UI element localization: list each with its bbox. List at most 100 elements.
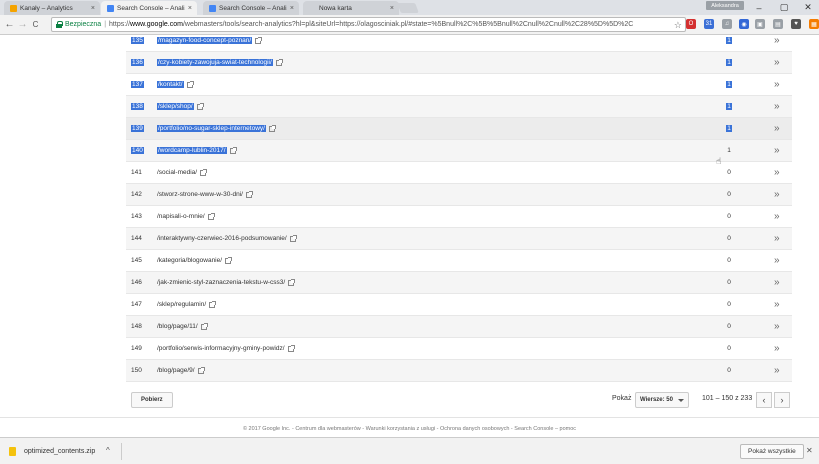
tab-1[interactable]: Kanały – Analytics × (4, 1, 100, 15)
row-details-chevron-icon[interactable]: » (774, 57, 779, 68)
opera-icon[interactable]: O (686, 19, 696, 29)
back-button[interactable]: ← (3, 17, 16, 33)
external-link-icon[interactable] (196, 102, 204, 110)
external-link-icon[interactable] (209, 300, 217, 308)
table-row[interactable]: 147/sklep/regulamin/0 » (126, 294, 792, 316)
tab-4[interactable]: Nowa karta × (303, 1, 399, 15)
external-link-icon[interactable] (197, 366, 205, 374)
table-row[interactable]: 141/social-media/0 » (126, 162, 792, 184)
address-bar[interactable]: Bezpieczna | https://www.google.com/webm… (51, 17, 686, 32)
minimize-button[interactable]: – (747, 0, 771, 15)
external-link-icon[interactable] (200, 322, 208, 330)
table-row[interactable]: 148/blog/page/11/0 » (126, 316, 792, 338)
close-window-button[interactable]: ✕ (796, 0, 819, 15)
page-url-link[interactable]: /social-media/ (157, 168, 208, 176)
page-url-link[interactable]: /interaktywny-czerwiec-2016-podsumowanie… (157, 234, 297, 242)
row-details-chevron-icon[interactable]: » (774, 189, 779, 200)
row-details-chevron-icon[interactable]: » (774, 35, 779, 46)
external-link-icon[interactable] (287, 344, 295, 352)
table-row[interactable]: 149/portfolio/serwis-informacyjny-gminy-… (126, 338, 792, 360)
external-link-icon[interactable] (288, 278, 296, 286)
profile-badge[interactable]: Aleksandra (706, 1, 744, 10)
download-button[interactable]: Pobierz (131, 392, 173, 408)
tab-3[interactable]: Search Console – Analiza × (203, 1, 299, 15)
page-url-link[interactable]: /stworz-strone-www-w-30-dni/ (157, 190, 253, 198)
row-details-chevron-icon[interactable]: » (774, 79, 779, 90)
row-details-chevron-icon[interactable]: » (774, 211, 779, 222)
page-url-link[interactable]: /wordcamp-lublin-2017/ (157, 146, 237, 154)
row-details-chevron-icon[interactable]: » (774, 255, 779, 266)
prev-page-button[interactable]: ‹ (756, 392, 772, 408)
row-details-chevron-icon[interactable]: » (774, 101, 779, 112)
external-link-icon[interactable] (275, 58, 283, 66)
table-row[interactable]: 135/magazyn-food-concept-poznan/1 » (126, 35, 792, 52)
external-link-icon[interactable] (186, 80, 194, 88)
row-details-chevron-icon[interactable]: » (774, 343, 779, 354)
tab-close-icon[interactable]: × (188, 5, 192, 12)
external-link-icon[interactable] (268, 124, 276, 132)
page-url-link[interactable]: /czy-kobiety-zawojuja-swiat-technologii/ (157, 58, 283, 66)
page-url-link[interactable]: /portfolio/no-sugar-sklep-internetowy/ (157, 124, 276, 132)
row-details-chevron-icon[interactable]: » (774, 145, 779, 156)
external-link-icon[interactable] (200, 168, 208, 176)
page-url-link[interactable]: /sklep/regulamin/ (157, 300, 217, 308)
download-menu-chevron-icon[interactable]: ^ (106, 446, 110, 455)
maximize-button[interactable]: ▢ (772, 0, 796, 15)
page-url-link[interactable]: /jak-zmienic-styl-zaznaczenia-tekstu-w-c… (157, 278, 296, 286)
page-url-link[interactable]: /magazyn-food-concept-poznan/ (157, 36, 263, 44)
row-details-chevron-icon[interactable]: » (774, 123, 779, 134)
table-row[interactable]: 146/jak-zmienic-styl-zaznaczenia-tekstu-… (126, 272, 792, 294)
pocket-icon[interactable]: ♥ (791, 19, 801, 29)
ext-orange-icon[interactable]: ▦ (809, 19, 819, 29)
chrome-ext-icon[interactable]: ◉ (739, 19, 749, 29)
close-download-bar-icon[interactable]: ✕ (806, 446, 813, 455)
page-url-link[interactable]: /sklep/shop/ (157, 102, 204, 110)
external-link-icon[interactable] (229, 146, 237, 154)
page-url-link[interactable]: /blog/page/11/ (157, 322, 208, 330)
url-text[interactable]: https://www.google.com/webmasters/tools/… (109, 21, 633, 28)
page-url-link[interactable]: /napisali-o-mnie/ (157, 212, 215, 220)
external-link-icon[interactable] (245, 190, 253, 198)
table-row[interactable]: 138/sklep/shop/1 » (126, 96, 792, 118)
footer-links[interactable]: © 2017 Google Inc. - Centrum dla webmast… (0, 426, 819, 432)
rows-per-page-select[interactable]: Wiersze: 50 (635, 392, 689, 408)
row-details-chevron-icon[interactable]: » (774, 277, 779, 288)
tab-2[interactable]: Search Console – Analiza × (101, 1, 197, 16)
external-link-icon[interactable] (207, 212, 215, 220)
external-link-icon[interactable] (289, 234, 297, 242)
download-item-name[interactable]: optimized_contents.zip (24, 448, 95, 455)
table-row[interactable]: 136/czy-kobiety-zawojuja-swiat-technolog… (126, 52, 792, 74)
row-details-chevron-icon[interactable]: » (774, 299, 779, 310)
table-row[interactable]: 150/blog/page/9/0 » (126, 360, 792, 382)
row-details-chevron-icon[interactable]: » (774, 233, 779, 244)
table-row[interactable]: 143/napisali-o-mnie/0 » (126, 206, 792, 228)
music-icon[interactable]: ♫ (722, 19, 732, 29)
tab-close-icon[interactable]: × (390, 5, 394, 12)
table-row[interactable]: 140/wordcamp-lublin-2017/1 » (126, 140, 792, 162)
table-row[interactable]: 137/kontakt/1 » (126, 74, 792, 96)
next-page-button[interactable]: › (774, 392, 790, 408)
external-link-icon[interactable] (255, 36, 263, 44)
box-icon[interactable]: ▣ (755, 19, 765, 29)
table-row[interactable]: 142/stworz-strone-www-w-30-dni/0 » (126, 184, 792, 206)
row-details-chevron-icon[interactable]: » (774, 167, 779, 178)
page-url-link[interactable]: /blog/page/9/ (157, 366, 205, 374)
row-details-chevron-icon[interactable]: » (774, 365, 779, 376)
calendar-icon[interactable]: 31 (704, 19, 714, 29)
table-row[interactable]: 144/interaktywny-czerwiec-2016-podsumowa… (126, 228, 792, 250)
new-tab-button[interactable] (397, 3, 419, 13)
tab-close-icon[interactable]: × (290, 5, 294, 12)
tab-close-icon[interactable]: × (91, 5, 95, 12)
page-url-link[interactable]: /portfolio/serwis-informacyjny-gminy-pow… (157, 344, 295, 352)
row-details-chevron-icon[interactable]: » (774, 321, 779, 332)
page-url-link[interactable]: /kontakt/ (157, 80, 194, 88)
page-url-link[interactable]: /kategoria/blogowanie/ (157, 256, 233, 264)
table-row[interactable]: 145/kategoria/blogowanie/0 » (126, 250, 792, 272)
external-link-icon[interactable] (225, 256, 233, 264)
show-all-downloads-button[interactable]: Pokaż wszystkie (740, 444, 804, 459)
forward-button[interactable]: → (16, 17, 29, 33)
bookmark-star-icon[interactable]: ☆ (674, 20, 682, 31)
bookmark-icon[interactable]: ▤ (773, 19, 783, 29)
table-row[interactable]: 139/portfolio/no-sugar-sklep-internetowy… (126, 118, 792, 140)
reload-button[interactable]: C (29, 17, 42, 33)
